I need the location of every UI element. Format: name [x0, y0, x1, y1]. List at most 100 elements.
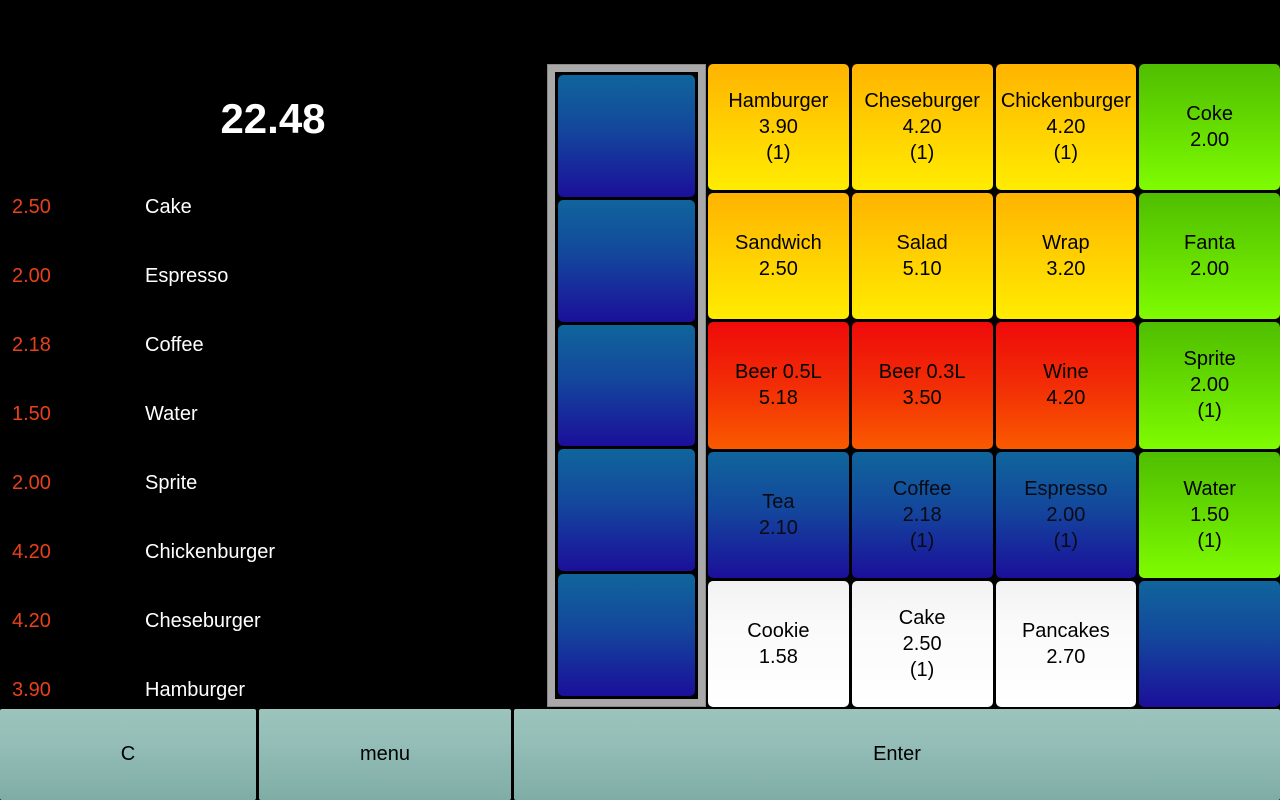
receipt-item-name: Water [145, 403, 198, 425]
category-button[interactable] [558, 324, 695, 447]
receipt-row[interactable]: 3.90 Hamburger [0, 668, 546, 706]
product-button[interactable]: Coke 2.00 [1139, 64, 1280, 191]
product-quantity-badge: (1) [909, 142, 935, 165]
product-name: Wrap [1042, 232, 1090, 255]
receipt-item-price: 2.00 [12, 472, 51, 494]
product-name: Chickenburger [1000, 90, 1131, 113]
product-button[interactable]: Tea 2.10 [708, 451, 849, 578]
receipt-item-name: Cake [145, 196, 192, 218]
product-button[interactable]: Fanta 2.00 [1139, 193, 1280, 320]
product-price: 4.20 [902, 116, 942, 139]
product-price: 2.00 [1190, 129, 1230, 152]
clear-button[interactable]: C [0, 709, 256, 800]
receipt-item-price: 3.90 [12, 679, 51, 701]
receipt-row[interactable]: 1.50 Water [0, 392, 546, 461]
product-price: 2.50 [902, 632, 942, 655]
product-name: Pancakes [1021, 619, 1110, 642]
product-button[interactable]: Cookie 1.58 [708, 580, 849, 707]
product-button[interactable]: Beer 0.3L 3.50 [851, 322, 993, 449]
product-price: 1.50 [1190, 503, 1230, 526]
category-column[interactable] [555, 72, 698, 699]
product-name: Water [1183, 477, 1236, 500]
receipt-row[interactable]: 4.20 Chickenburger [0, 530, 546, 599]
product-price: 2.18 [902, 503, 942, 526]
product-button[interactable]: Sandwich 2.50 [708, 193, 849, 320]
product-price: 5.10 [902, 258, 942, 281]
product-quantity-badge: (1) [909, 658, 935, 681]
product-button[interactable]: Chickenburger 4.20 (1) [995, 64, 1137, 191]
product-price: 3.20 [1046, 258, 1086, 281]
product-price: 2.00 [1046, 503, 1086, 526]
receipt-item-list[interactable]: 2.50 Cake 2.00 Espresso 2.18 Coffee 1.50 Water 2… [0, 185, 546, 706]
product-name: Beer 0.3L [878, 361, 966, 384]
product-button-empty[interactable] [1139, 580, 1280, 707]
product-name: Wine [1043, 361, 1089, 384]
product-name: Coke [1186, 103, 1233, 126]
product-quantity-badge: (1) [1053, 529, 1079, 552]
category-button[interactable] [558, 574, 695, 696]
product-name: Coffee [892, 477, 952, 500]
product-quantity-badge: (1) [1197, 400, 1222, 423]
category-button[interactable] [558, 199, 695, 322]
product-name: Cheseburger [864, 90, 980, 113]
product-name: Espresso [1024, 477, 1108, 500]
product-button[interactable]: Wrap 3.20 [995, 193, 1137, 320]
category-column-frame [547, 64, 706, 707]
receipt-item-name: Chickenburger [145, 541, 276, 563]
product-name: Salad [896, 232, 948, 255]
product-name: Sandwich [735, 232, 822, 255]
product-price: 2.00 [1190, 258, 1230, 281]
product-name: Tea [762, 490, 795, 513]
product-name: Cake [898, 606, 946, 629]
product-price: 4.20 [1046, 116, 1086, 139]
product-button[interactable]: Cake 2.50 (1) [851, 580, 993, 707]
product-button[interactable]: Water 1.50 (1) [1139, 451, 1280, 578]
product-name: Fanta [1184, 232, 1236, 255]
product-price: 5.18 [758, 387, 798, 410]
receipt-item-name: Sprite [145, 472, 198, 494]
product-button[interactable]: Coffee 2.18 (1) [851, 451, 993, 578]
product-button[interactable]: Hamburger 3.90 (1) [708, 64, 849, 191]
product-name: Sprite [1183, 348, 1236, 371]
category-button[interactable] [558, 75, 695, 197]
product-price: 3.90 [758, 116, 798, 139]
product-button[interactable]: Sprite 2.00 (1) [1139, 322, 1280, 449]
receipt-panel: 22.48 2.50 Cake 2.00 Espresso 2.18 Coffee 1.50… [0, 0, 546, 706]
product-price: 2.70 [1046, 645, 1086, 668]
product-button[interactable]: Beer 0.5L 5.18 [708, 322, 849, 449]
receipt-row[interactable]: 2.50 Cake [0, 185, 546, 254]
action-bar: C menu Enter [0, 709, 1280, 800]
product-name: Cookie [747, 619, 810, 642]
product-button[interactable]: Espresso 2.00 (1) [995, 451, 1137, 578]
receipt-item-price: 4.20 [12, 610, 51, 632]
product-quantity-badge: (1) [1197, 529, 1222, 552]
product-button[interactable]: Cheseburger 4.20 (1) [851, 64, 993, 191]
product-price: 2.10 [758, 516, 798, 539]
product-price: 4.20 [1046, 387, 1086, 410]
category-button[interactable] [558, 449, 695, 572]
product-quantity-badge: (1) [766, 142, 791, 165]
receipt-row[interactable]: 2.00 Sprite [0, 461, 546, 530]
receipt-item-price: 1.50 [12, 403, 51, 425]
pos-screen: 22.48 2.50 Cake 2.00 Espresso 2.18 Coffee 1.50… [0, 0, 1280, 800]
receipt-item-price: 2.18 [12, 334, 51, 356]
receipt-item-name: Cheseburger [145, 610, 261, 632]
receipt-row[interactable]: 4.20 Cheseburger [0, 599, 546, 668]
product-name: Hamburger [728, 90, 829, 113]
product-price: 3.50 [902, 387, 942, 410]
product-button[interactable]: Wine 4.20 [995, 322, 1137, 449]
product-grid[interactable]: Hamburger 3.90 (1) Cheseburger 4.20 (1) Chicke… [708, 64, 1280, 707]
order-total: 22.48 [220, 95, 326, 142]
product-button[interactable]: Salad 5.10 [851, 193, 993, 320]
menu-button[interactable]: menu [259, 709, 511, 800]
receipt-item-price: 2.00 [12, 265, 51, 287]
receipt-row[interactable]: 2.18 Coffee [0, 323, 546, 392]
product-price: 1.58 [758, 645, 798, 668]
product-button[interactable]: Pancakes 2.70 [995, 580, 1137, 707]
enter-button[interactable]: Enter [514, 709, 1280, 800]
receipt-row[interactable]: 2.00 Espresso [0, 254, 546, 323]
receipt-item-name: Hamburger [145, 679, 246, 701]
product-price: 2.00 [1190, 374, 1230, 397]
product-name: Beer 0.5L [735, 361, 822, 384]
receipt-item-price: 2.50 [12, 196, 51, 218]
